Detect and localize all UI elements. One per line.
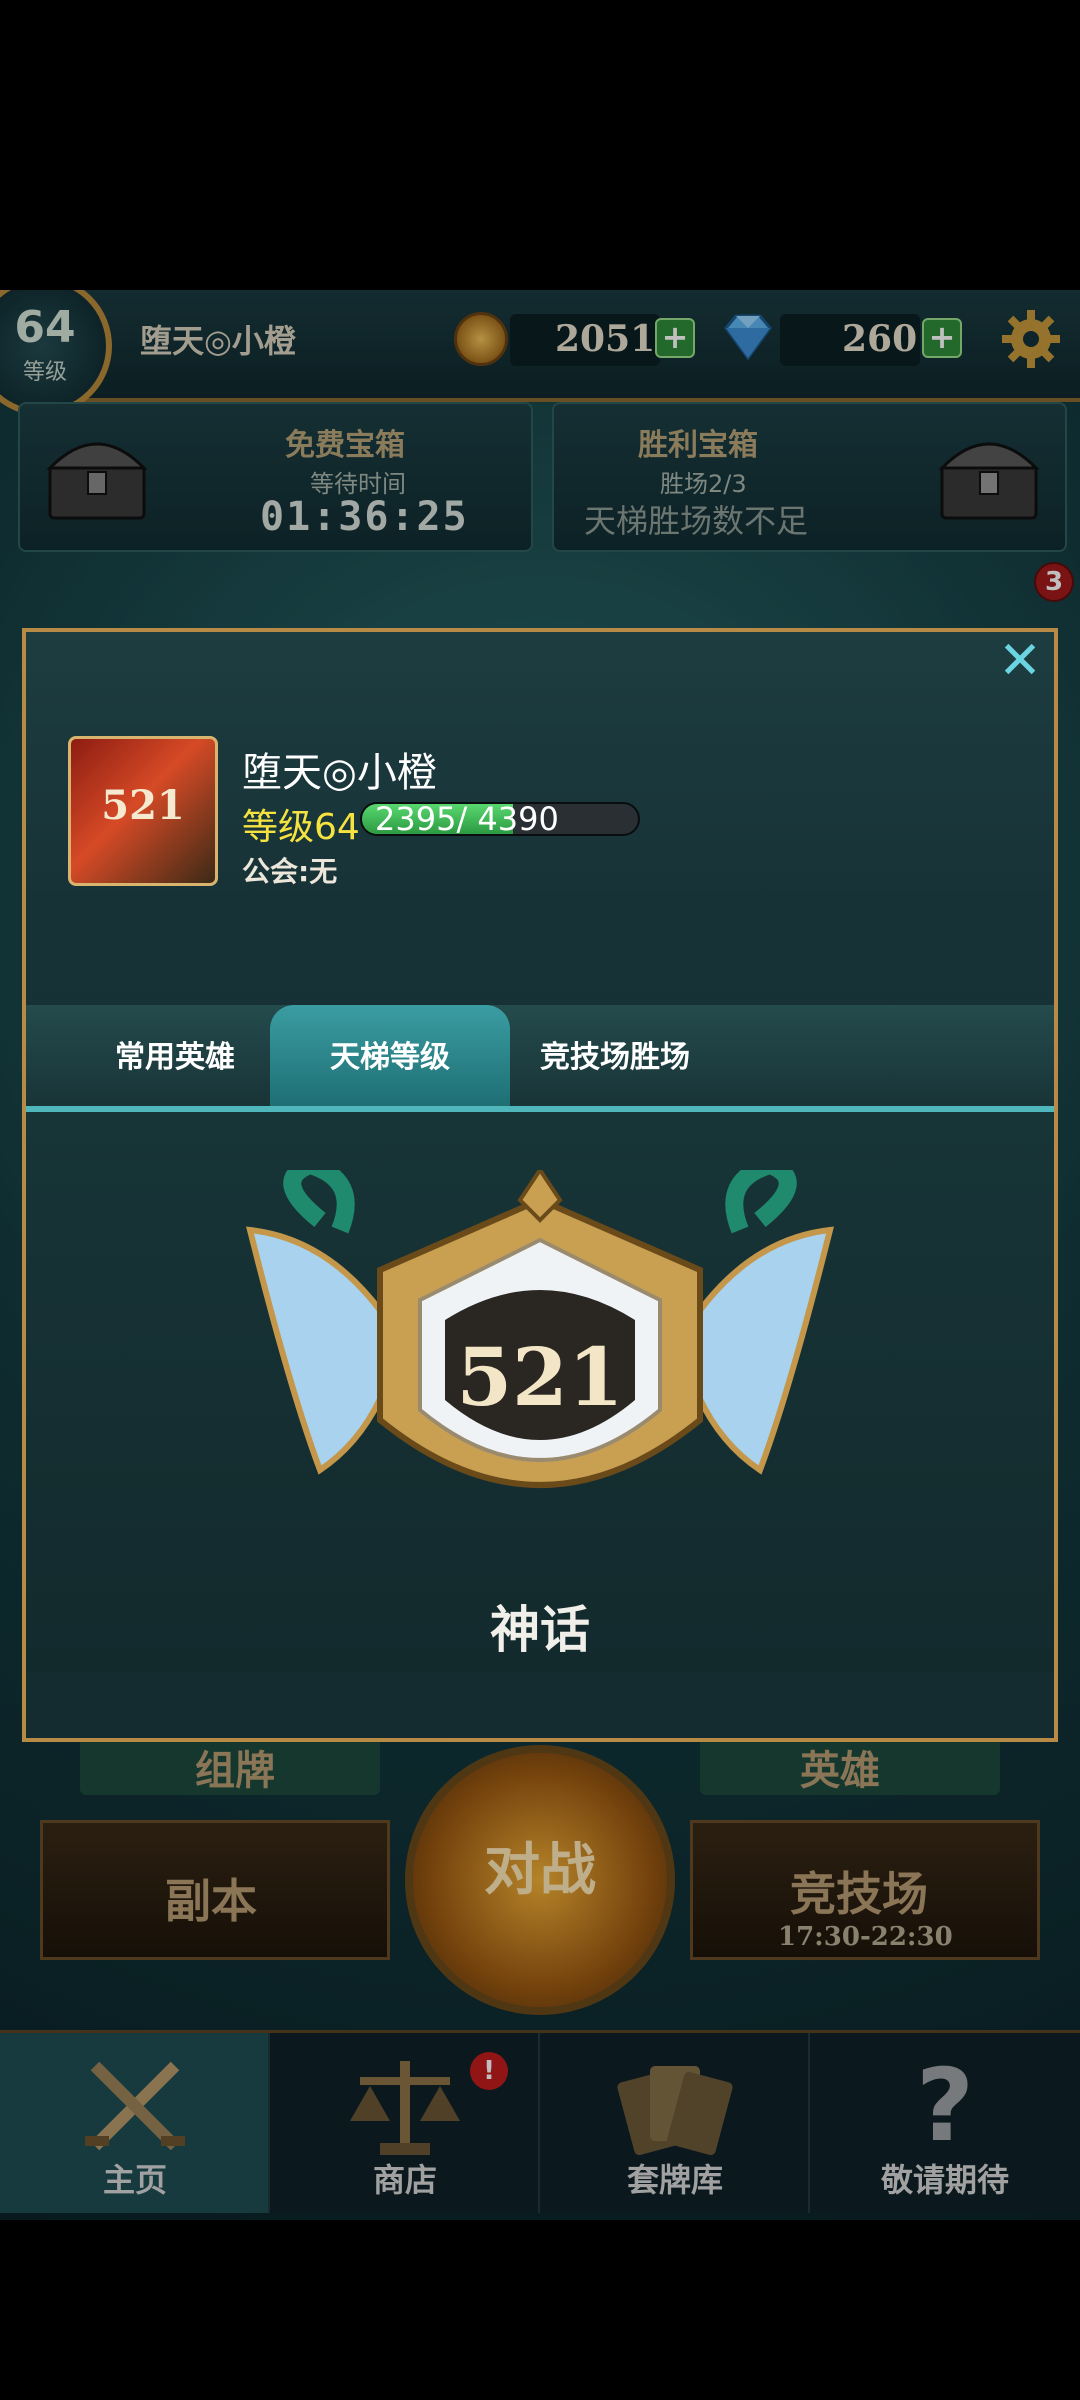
tab-arena-wins[interactable]: 竞技场胜场 — [490, 1005, 740, 1110]
profile-player-name: 堕天◎小橙 — [242, 750, 437, 796]
tab-favorite-heroes[interactable]: 常用英雄 — [60, 1005, 290, 1110]
rank-number: 521 — [456, 1330, 624, 1424]
tab-ladder-rank[interactable]: 天梯等级 — [270, 1005, 510, 1110]
guild-text: 公会:无 — [242, 855, 338, 888]
xp-text: 2395/ 4390 — [375, 800, 559, 838]
rank-title: 神话 — [490, 1601, 590, 1659]
profile-level: 等级64 — [242, 807, 360, 848]
close-icon[interactable]: ✕ — [995, 635, 1045, 687]
avatar-rank-number: 521 — [101, 782, 185, 829]
